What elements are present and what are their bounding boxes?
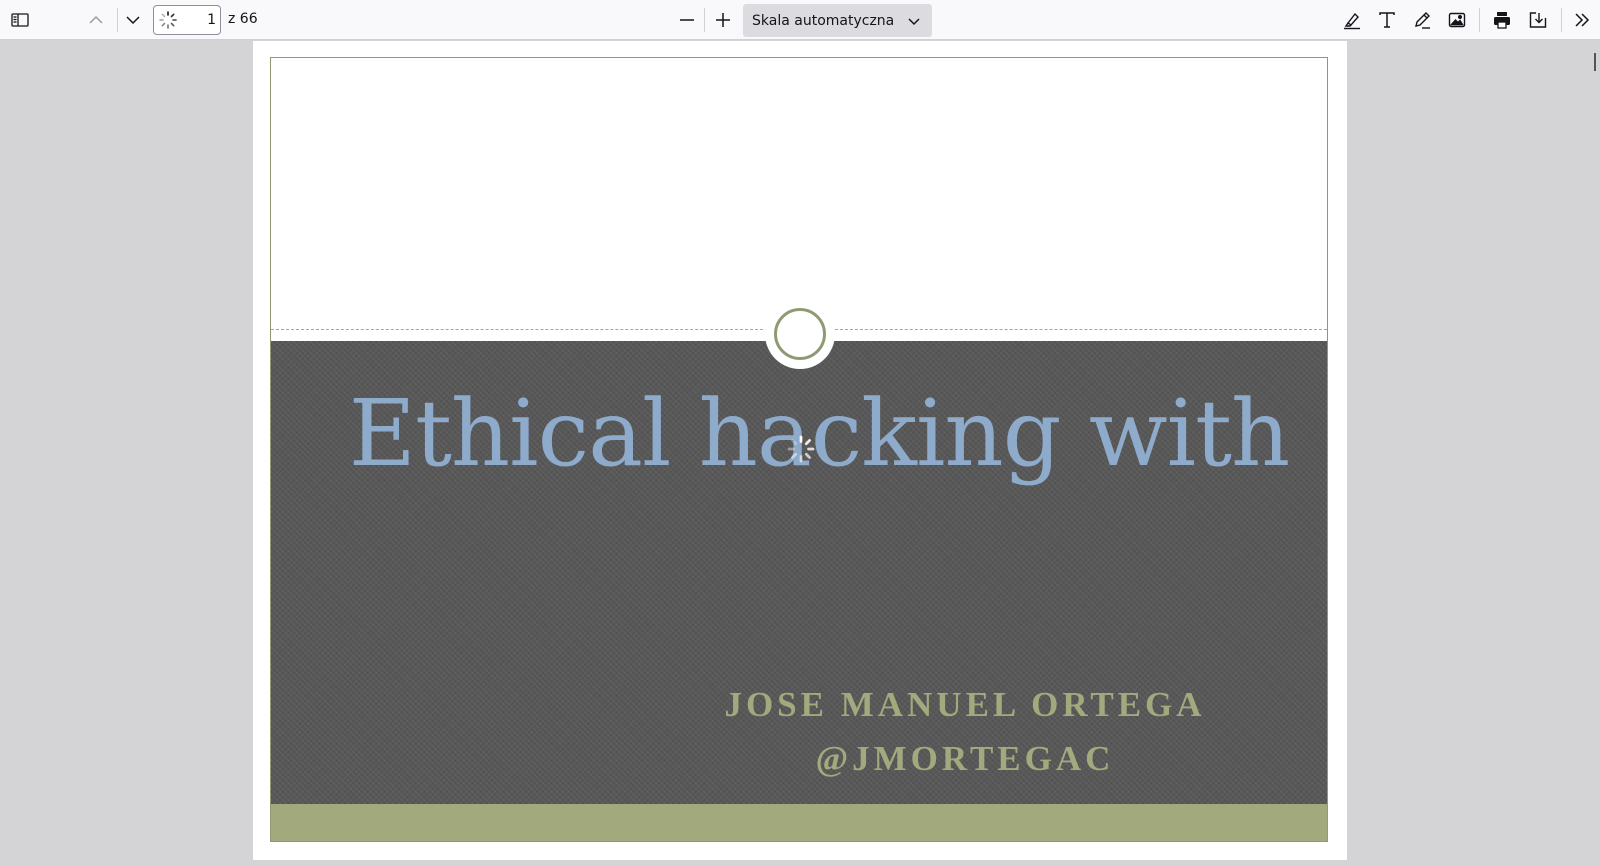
draw-button[interactable] bbox=[1407, 5, 1437, 35]
more-tools-button[interactable] bbox=[1567, 5, 1597, 35]
loading-spinner-icon bbox=[159, 11, 177, 29]
toolbar-separator bbox=[1561, 8, 1562, 32]
highlight-button[interactable] bbox=[1337, 5, 1367, 35]
double-chevron-right-icon bbox=[1575, 13, 1590, 27]
zoom-in-button[interactable] bbox=[708, 5, 738, 35]
add-text-button[interactable] bbox=[1372, 5, 1402, 35]
add-image-button[interactable] bbox=[1442, 5, 1472, 35]
slide-author-handle: @JMORTEGAC bbox=[815, 739, 1115, 778]
page-number-input[interactable] bbox=[180, 12, 216, 28]
printer-icon bbox=[1494, 12, 1510, 29]
toolbar-separator bbox=[704, 8, 705, 32]
slide-ring-inner bbox=[774, 308, 826, 360]
image-icon bbox=[1448, 12, 1466, 28]
toolbar-separator bbox=[1479, 8, 1480, 32]
save-button[interactable] bbox=[1523, 5, 1553, 35]
download-icon bbox=[1529, 12, 1547, 28]
minus-icon bbox=[680, 19, 694, 21]
slide-author-block: JOSE MANUEL ORTEGA @JMORTEGAC bbox=[685, 678, 1245, 786]
loading-spinner-icon bbox=[787, 435, 815, 463]
pencil-icon bbox=[1415, 12, 1430, 29]
next-page-button[interactable] bbox=[118, 5, 148, 35]
sidebar-toggle-button[interactable] bbox=[5, 5, 35, 35]
highlighter-icon bbox=[1344, 12, 1360, 30]
text-icon bbox=[1379, 12, 1395, 28]
page-number-field[interactable] bbox=[153, 5, 221, 35]
plus-icon bbox=[716, 13, 730, 27]
page-count-label: z 66 bbox=[228, 11, 258, 27]
print-button[interactable] bbox=[1487, 5, 1517, 35]
sidebar-toggle-icon bbox=[11, 13, 29, 27]
slide-bottom-band bbox=[271, 804, 1327, 841]
previous-page-button[interactable] bbox=[81, 5, 111, 35]
zoom-scale-select[interactable]: Skala automatyczna bbox=[743, 4, 932, 37]
slide-author-name: JOSE MANUEL ORTEGA bbox=[724, 685, 1206, 724]
slide-ring-ornament bbox=[765, 299, 835, 369]
chevron-up-icon bbox=[89, 15, 103, 24]
chevron-down-icon bbox=[908, 18, 920, 26]
zoom-out-button[interactable] bbox=[672, 5, 702, 35]
pdf-toolbar: z 66 Skala automatyczna bbox=[0, 0, 1600, 40]
zoom-scale-value: Skala automatyczna bbox=[752, 12, 895, 29]
chevron-down-icon bbox=[126, 16, 140, 25]
vertical-scrollbar-thumb[interactable] bbox=[1594, 53, 1596, 71]
